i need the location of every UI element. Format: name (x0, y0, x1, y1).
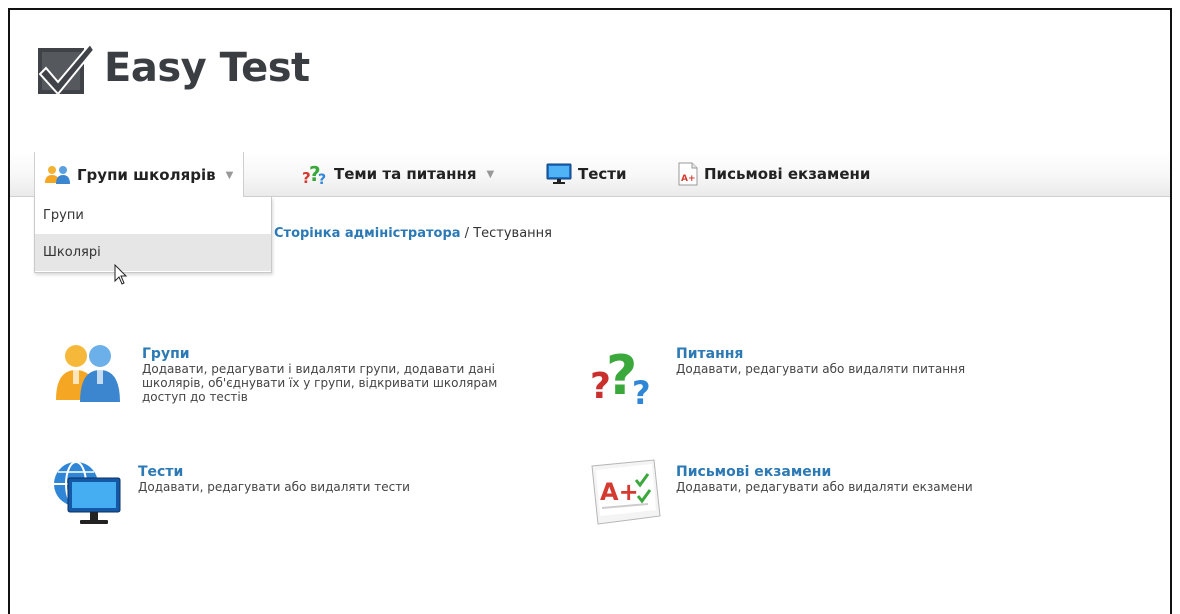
svg-text:A+: A+ (600, 478, 639, 506)
student-groups-dropdown: Групи Школярі (34, 197, 272, 273)
nav-label: Групи школярів (77, 166, 216, 184)
monitor-icon (546, 163, 572, 185)
exam-paper-icon: A+ (678, 162, 698, 186)
breadcrumb-admin-link[interactable]: Сторінка адміністратора (274, 226, 461, 241)
main-nav: Групи школярів ▼ ? ? ? Теми та питання ▼ (10, 152, 1170, 198)
logo-text: Easy Test (104, 45, 310, 91)
nav-item-student-groups[interactable]: Групи школярів ▼ (34, 152, 245, 198)
nav-label: Письмові екзамени (704, 165, 871, 183)
people-icon[interactable] (54, 340, 142, 408)
question-icon[interactable]: ? ? ? (588, 340, 676, 412)
question-icon: ? ? ? (302, 163, 328, 185)
tile-title-groups[interactable]: Групи (142, 346, 502, 362)
tile-desc-groups: Додавати, редагувати і видаляти групи, д… (142, 362, 498, 404)
dropdown-item-students[interactable]: Школярі (35, 234, 271, 271)
checkmark-logo-icon (38, 42, 96, 96)
tile-title-questions[interactable]: Питання (676, 346, 1036, 362)
tile-desc-questions: Додавати, редагувати або видаляти питанн… (676, 362, 966, 376)
exam-paper-icon[interactable]: A+ (588, 458, 676, 534)
tile-questions: ? ? ? Питання Додавати, редагувати або в… (588, 340, 1036, 412)
tile-written-exams: A+ Письмові екзамени Додавати, редагуват… (588, 458, 1036, 534)
breadcrumb: Сторінка адміністратора / Тестування (274, 226, 552, 241)
chevron-down-icon: ▼ (225, 169, 234, 181)
chevron-down-icon: ▼ (486, 168, 495, 180)
mouse-pointer-icon (114, 264, 128, 285)
nav-item-tests[interactable]: Тести (536, 152, 637, 196)
nav-item-written-exams[interactable]: A+ Письмові екзамени (668, 152, 880, 196)
nav-label: Теми та питання (334, 165, 477, 183)
tile-title-written-exams[interactable]: Письмові екзамени (676, 464, 1036, 480)
tile-title-tests[interactable]: Тести (138, 464, 498, 480)
breadcrumb-current: Тестування (473, 226, 552, 241)
tile-desc-written-exams: Додавати, редагувати або видаляти екзаме… (676, 480, 973, 494)
tile-groups: Групи Додавати, редагувати і видаляти гр… (54, 340, 502, 408)
app-frame: Easy Test Групи школярів ▼ ? ? ? Теми та… (8, 8, 1172, 614)
globe-monitor-icon[interactable] (50, 458, 138, 532)
tile-tests: Тести Додавати, редагувати або видаляти … (50, 458, 498, 532)
nav-item-topics-questions[interactable]: ? ? ? Теми та питання ▼ (292, 152, 504, 196)
app-logo[interactable]: Easy Test (36, 38, 310, 98)
dropdown-item-groups[interactable]: Групи (35, 197, 271, 234)
svg-text:?: ? (632, 374, 651, 406)
svg-text:A+: A+ (681, 174, 696, 184)
breadcrumb-separator: / (460, 226, 474, 241)
tile-desc-tests: Додавати, редагувати або видаляти тести (138, 480, 410, 494)
svg-text:?: ? (318, 172, 326, 185)
nav-label: Тести (578, 165, 627, 183)
people-icon (45, 165, 71, 185)
